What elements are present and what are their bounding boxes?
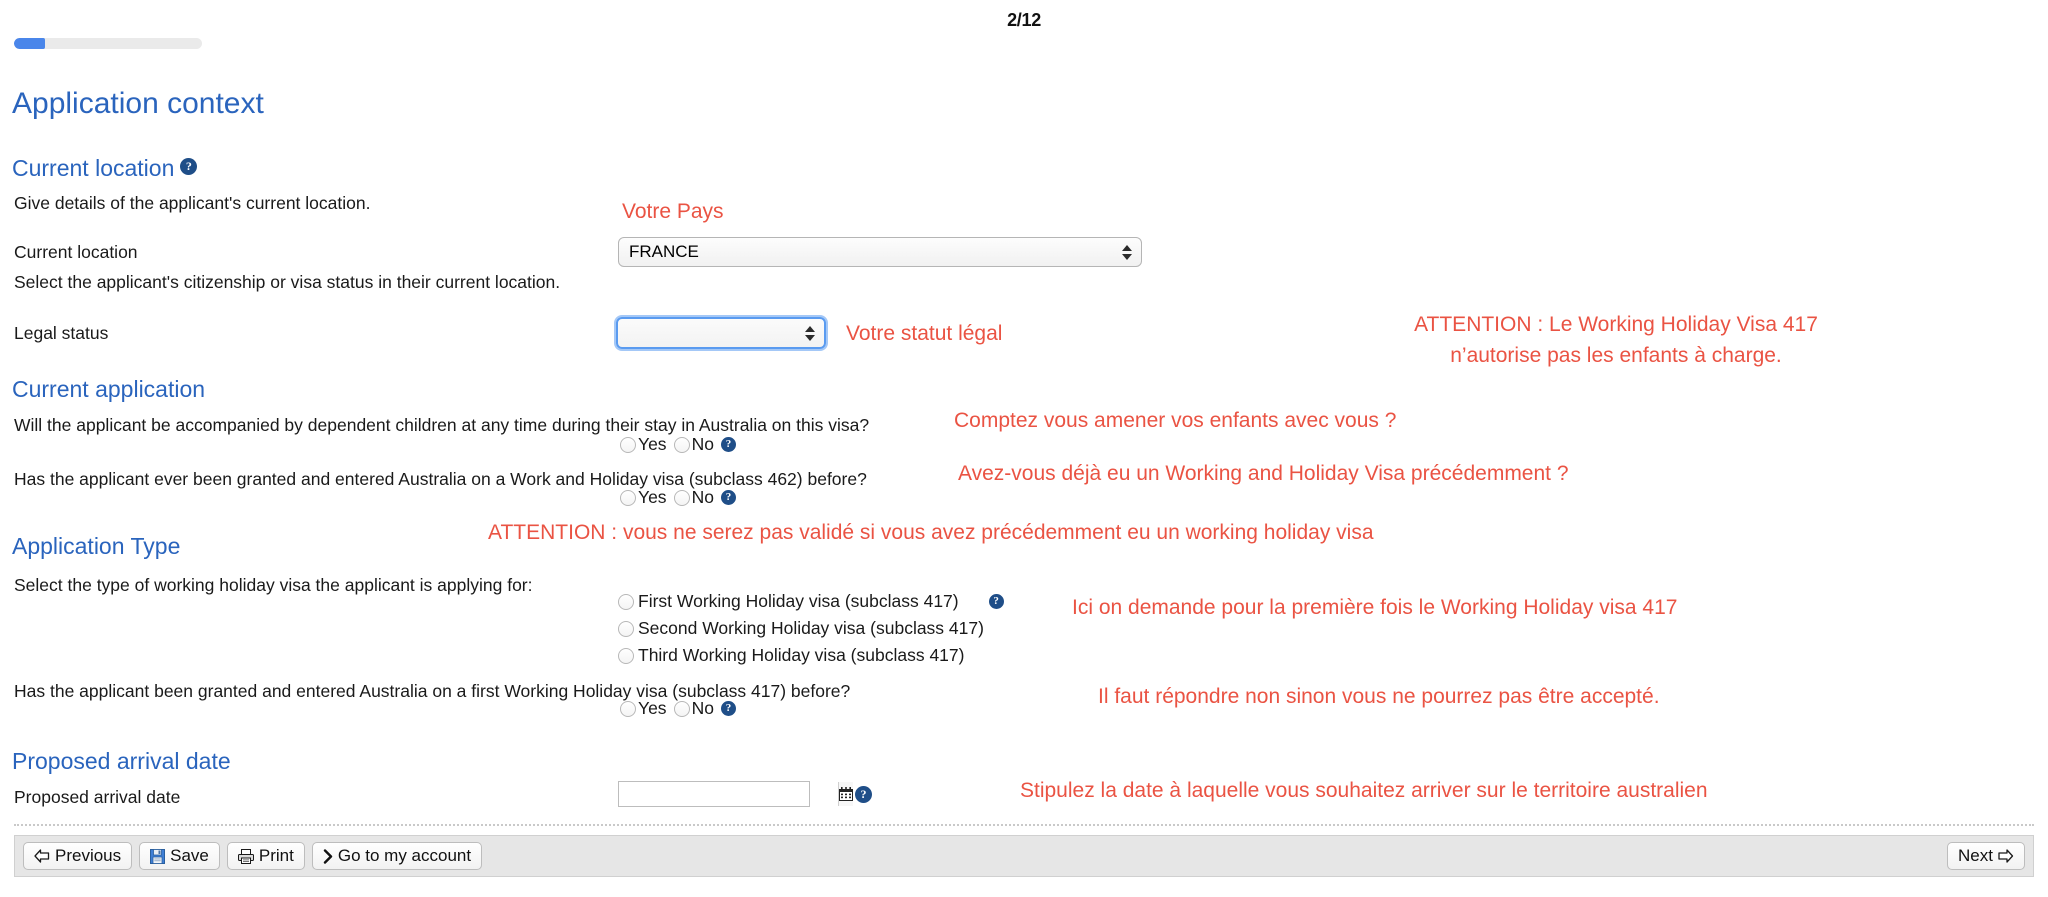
radio-group-previous-417[interactable]: Yes No ? (620, 698, 736, 719)
annotation-arrival-date: Stipulez la date à laquelle vous souhait… (1020, 779, 1708, 802)
section-heading-label: Current application (12, 376, 206, 402)
next-button-label: Next (1958, 846, 1993, 865)
section-heading-label: Application Type (12, 533, 181, 559)
next-button[interactable]: Next (1947, 842, 2025, 870)
proposed-arrival-date-label: Proposed arrival date (14, 787, 181, 807)
radio-option-second-whv[interactable]: Second Working Holiday visa (subclass 41… (618, 615, 1004, 642)
radio-label-no: No (691, 434, 714, 454)
annotation-no-children-line2: n’autorise pas les enfants à charge. (1450, 344, 1782, 367)
progress-bar (14, 38, 202, 49)
radio-second-whv[interactable] (618, 620, 634, 637)
radio-yes-previous-462[interactable] (620, 489, 636, 506)
calendar-icon[interactable] (838, 782, 853, 806)
current-location-description: Give details of the applicant's current … (14, 193, 371, 213)
radio-option-third-whv[interactable]: Third Working Holiday visa (subclass 417… (618, 642, 1004, 669)
radio-label-second-whv: Second Working Holiday visa (subclass 41… (638, 618, 984, 638)
floppy-disk-icon (150, 848, 166, 864)
radio-yes-previous-417[interactable] (620, 700, 636, 717)
question-dependent-children: Will the applicant be accompanied by dep… (14, 415, 870, 435)
radio-label-no: No (691, 698, 714, 718)
help-icon[interactable]: ? (180, 158, 198, 175)
current-location-field-label: Current location (14, 242, 138, 262)
radio-option-first-whv[interactable]: First Working Holiday visa (subclass 417… (618, 588, 1004, 615)
legal-status-select[interactable] (616, 317, 826, 349)
section-heading-label: Current location (12, 155, 175, 181)
previous-button[interactable]: Previous (23, 842, 133, 870)
footer-toolbar: Previous Save Print Go to my account Nex… (14, 835, 2034, 877)
help-icon[interactable]: ? (855, 786, 872, 803)
radio-no-previous-417[interactable] (673, 700, 690, 717)
section-heading-current-location: Current location? (12, 155, 198, 182)
annotation-answer-no: Il faut répondre non sinon vous ne pourr… (1098, 685, 1660, 708)
current-location-value: FRANCE (629, 242, 699, 261)
legal-status-description: Select the applicant's citizenship or vi… (14, 272, 561, 292)
question-previous-462: Has the applicant ever been granted and … (14, 469, 867, 489)
previous-button-label: Previous (55, 846, 122, 865)
radio-label-first-whv: First Working Holiday visa (subclass 417… (638, 591, 959, 611)
print-button[interactable]: Print (226, 842, 305, 870)
radio-group-previous-462[interactable]: Yes No ? (620, 487, 736, 508)
radio-third-whv[interactable] (618, 647, 634, 664)
help-icon[interactable]: ? (720, 490, 736, 505)
annotation-children-question: Comptez vous amener vos enfants avec vou… (954, 409, 1397, 432)
current-location-select[interactable]: FRANCE (618, 237, 1142, 267)
help-icon[interactable]: ? (988, 594, 1004, 609)
help-icon[interactable]: ? (720, 701, 736, 716)
annotation-country: Votre Pays (622, 200, 724, 223)
chevron-updown-icon (1122, 242, 1132, 262)
proposed-arrival-date-input[interactable] (619, 782, 838, 806)
chevron-updown-icon (805, 323, 815, 343)
annotation-previous-whv: Avez-vous déjà eu un Working and Holiday… (958, 462, 1569, 485)
arrow-right-icon (1998, 849, 2014, 863)
save-button[interactable]: Save (139, 842, 220, 870)
legal-status-field-label: Legal status (14, 323, 109, 343)
radio-group-dependent-children[interactable]: Yes No ? (620, 434, 736, 455)
proposed-arrival-date-field[interactable] (618, 781, 853, 807)
radio-label-third-whv: Third Working Holiday visa (subclass 417… (638, 645, 965, 665)
help-icon[interactable]: ? (720, 437, 736, 452)
section-heading-application-type: Application Type (12, 533, 180, 560)
go-to-my-account-label: Go to my account (337, 846, 472, 865)
annotation-first-request: Ici on demande pour la première fois le … (1072, 596, 1678, 619)
radio-first-whv[interactable] (618, 593, 634, 610)
section-heading-label: Proposed arrival date (12, 748, 231, 774)
chevron-right-icon (323, 848, 333, 864)
arrow-left-icon (34, 849, 50, 863)
print-button-label: Print (258, 846, 294, 865)
radio-label-no: No (691, 487, 714, 507)
page-title: Application context (12, 87, 264, 120)
annotation-no-children-line1: ATTENTION : Le Working Holiday Visa 417 (1414, 313, 1818, 336)
save-button-label: Save (170, 846, 209, 865)
progress-track (14, 38, 202, 49)
progress-fill (14, 38, 46, 49)
footer-divider (14, 824, 2034, 826)
page-counter: 2/12 (1007, 10, 1041, 30)
printer-icon (237, 848, 254, 864)
radio-yes-dependent-children[interactable] (620, 436, 636, 453)
annotation-legal-status: Votre statut légal (846, 322, 1003, 345)
radio-label-yes: Yes (638, 434, 667, 454)
go-to-my-account-button[interactable]: Go to my account (311, 842, 483, 870)
radio-label-yes: Yes (638, 487, 667, 507)
section-heading-current-application: Current application (12, 376, 205, 403)
annotation-attention-validation: ATTENTION : vous ne serez pas validé si … (488, 521, 1374, 544)
radio-no-previous-462[interactable] (673, 489, 690, 506)
radio-label-yes: Yes (638, 698, 667, 718)
radio-no-dependent-children[interactable] (673, 436, 690, 453)
application-type-description: Select the type of working holiday visa … (14, 575, 533, 595)
radio-group-visa-type[interactable]: First Working Holiday visa (subclass 417… (618, 588, 1004, 669)
section-heading-proposed-arrival-date: Proposed arrival date (12, 748, 231, 775)
